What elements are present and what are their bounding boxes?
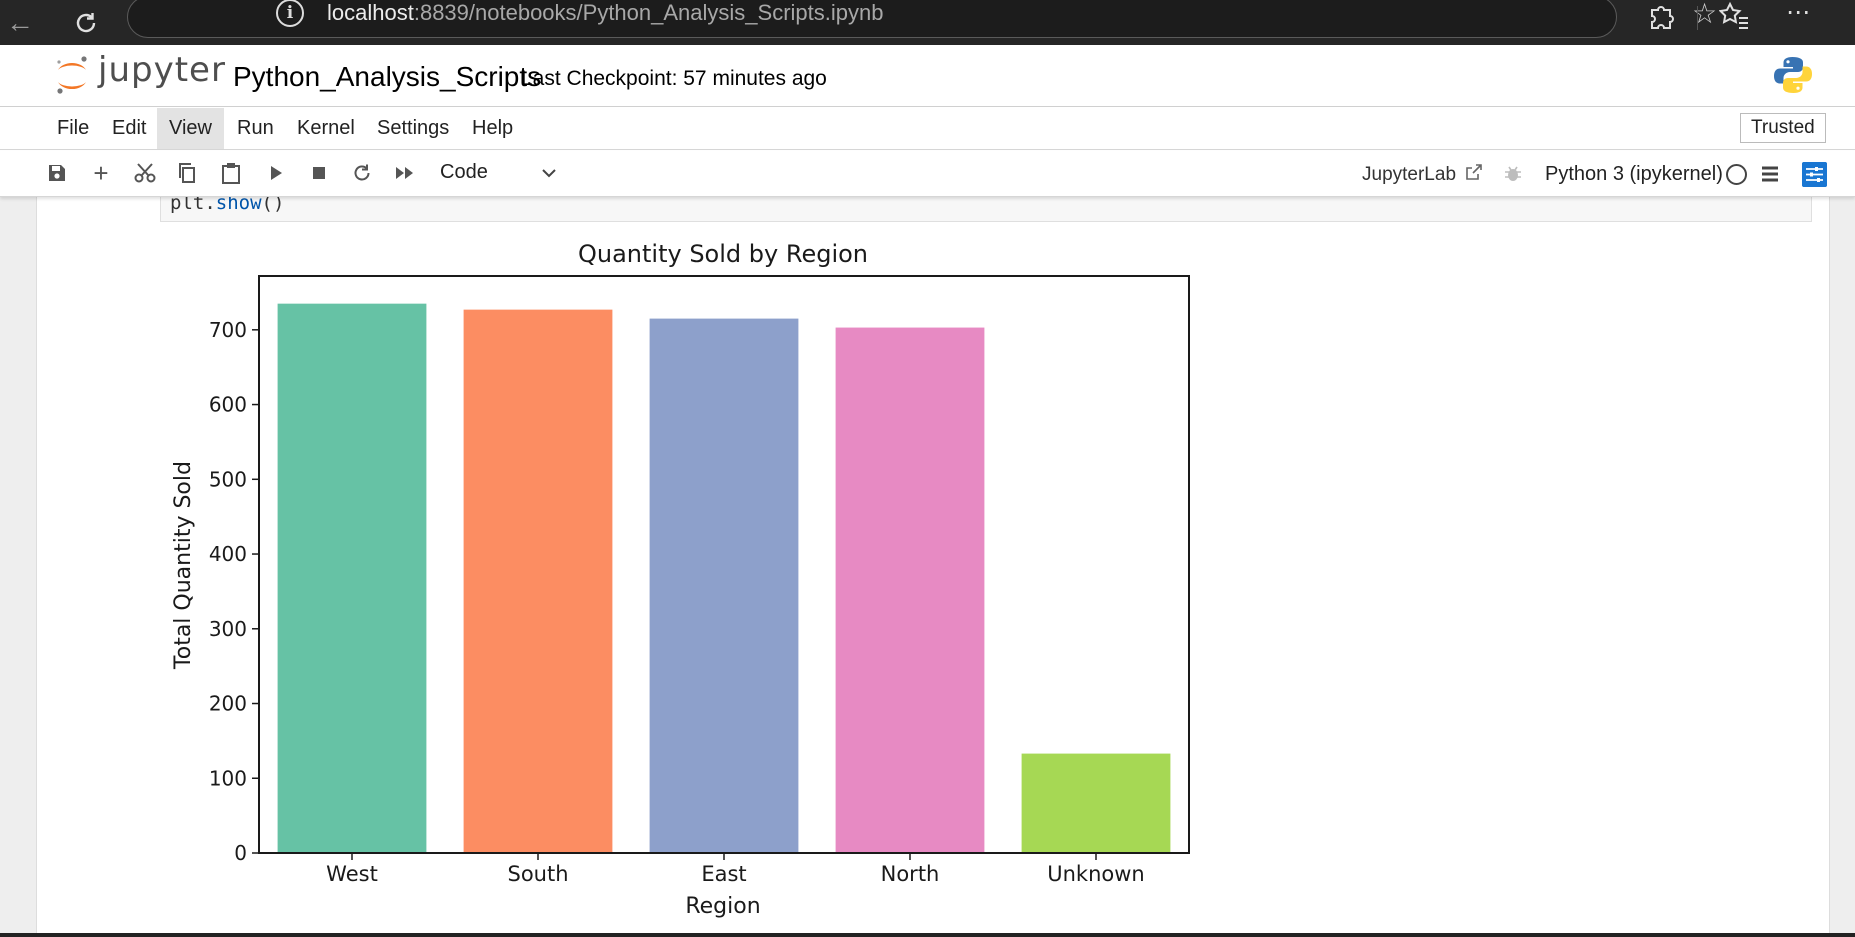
x-tick-label: East xyxy=(701,862,746,886)
kernel-idle-status-icon xyxy=(1726,164,1747,185)
y-tick-label: 500 xyxy=(209,467,247,491)
address-bar[interactable]: i localhost:8839/notebooks/Python_Analys… xyxy=(127,0,1717,38)
y-tick-label: 0 xyxy=(234,841,247,865)
bottom-border xyxy=(0,933,1855,937)
jupyterlab-link-label: JupyterLab xyxy=(1362,164,1457,185)
menu-bar: File Edit View Run Kernel Settings Help … xyxy=(0,108,1855,150)
site-info-icon[interactable]: i xyxy=(276,0,304,27)
x-axis-label: Region xyxy=(685,894,760,919)
paste-icon[interactable] xyxy=(218,160,244,186)
menu-run[interactable]: Run xyxy=(225,108,286,149)
y-tick-label: 300 xyxy=(209,617,247,641)
y-tick-label: 600 xyxy=(209,393,247,417)
save-icon[interactable] xyxy=(44,160,70,186)
y-tick-label: 400 xyxy=(209,542,247,566)
trusted-indicator[interactable]: Trusted xyxy=(1740,113,1826,143)
add-icon[interactable]: + xyxy=(88,158,114,188)
run-icon[interactable] xyxy=(263,160,289,186)
url-text: localhost:8839/notebooks/Python_Analysis… xyxy=(327,0,884,25)
stop-icon[interactable] xyxy=(306,160,332,186)
checkpoint-status: Last Checkpoint: 57 minutes ago xyxy=(521,67,827,90)
reload-icon[interactable] xyxy=(66,0,106,45)
chevron-down-icon[interactable] xyxy=(538,162,560,184)
chart-title: Quantity Sold by Region xyxy=(578,240,868,268)
x-tick-label: North xyxy=(881,862,940,886)
bar-west xyxy=(277,303,427,853)
bar-unknown xyxy=(1021,753,1171,853)
menu-view[interactable]: View xyxy=(157,108,224,149)
fast-forward-icon[interactable] xyxy=(392,160,418,186)
bar-north xyxy=(835,327,985,853)
jupyter-logo-text: jupyter xyxy=(98,50,226,90)
more-options-icon[interactable]: ⋯ xyxy=(1786,0,1810,28)
y-axis-label: Total Quantity Sold xyxy=(171,461,196,670)
favorite-star-icon[interactable]: ☆ xyxy=(1692,0,1717,30)
menu-kernel[interactable]: Kernel xyxy=(285,108,367,149)
debugger-bug-icon[interactable] xyxy=(1503,164,1523,184)
kernel-name[interactable]: Python 3 (ipykernel) xyxy=(1545,163,1723,186)
browser-toolbar: ← i localhost:8839/notebooks/Python_Anal… xyxy=(0,0,1855,45)
jupyter-logo-icon[interactable] xyxy=(54,53,90,97)
external-link-icon xyxy=(1466,164,1483,180)
menu-settings[interactable]: Settings xyxy=(365,108,461,149)
menu-list-icon[interactable] xyxy=(1760,164,1780,184)
menu-help[interactable]: Help xyxy=(460,108,525,149)
y-tick-label: 100 xyxy=(209,766,247,790)
python-kernel-logo-icon xyxy=(1774,57,1812,93)
cell-type-select[interactable]: Code xyxy=(440,161,488,184)
x-tick-label: Unknown xyxy=(1047,862,1144,886)
menu-edit[interactable]: Edit xyxy=(100,108,158,149)
bar-east xyxy=(649,318,799,854)
bar-south xyxy=(463,309,613,853)
property-inspector-icon[interactable] xyxy=(1802,162,1827,187)
jupyterlab-link[interactable]: JupyterLab xyxy=(1362,163,1483,186)
menu-file[interactable]: File xyxy=(45,108,101,149)
x-tick-label: South xyxy=(507,862,568,886)
cut-icon[interactable] xyxy=(132,160,158,186)
restart-icon[interactable] xyxy=(349,160,375,186)
notebook-toolbar: + Code JupyterLab Python 3 (ipykernel) xyxy=(0,151,1855,197)
extensions-icon[interactable] xyxy=(1646,0,1676,38)
notebook-header: jupyter Python_Analysis_Scripts Last Che… xyxy=(0,45,1855,107)
favorites-icon[interactable] xyxy=(1718,0,1749,38)
copy-icon[interactable] xyxy=(174,160,200,186)
bar-chart: Quantity Sold by Region 0 100 200 300 400 500… xyxy=(171,240,1190,919)
x-tick-label: West xyxy=(326,862,378,886)
notebook-title[interactable]: Python_Analysis_Scripts xyxy=(233,61,541,93)
y-tick-label: 700 xyxy=(209,318,247,342)
toolbar-separator xyxy=(1697,6,1698,30)
back-icon[interactable]: ← xyxy=(0,0,40,45)
y-tick-label: 200 xyxy=(209,692,247,716)
